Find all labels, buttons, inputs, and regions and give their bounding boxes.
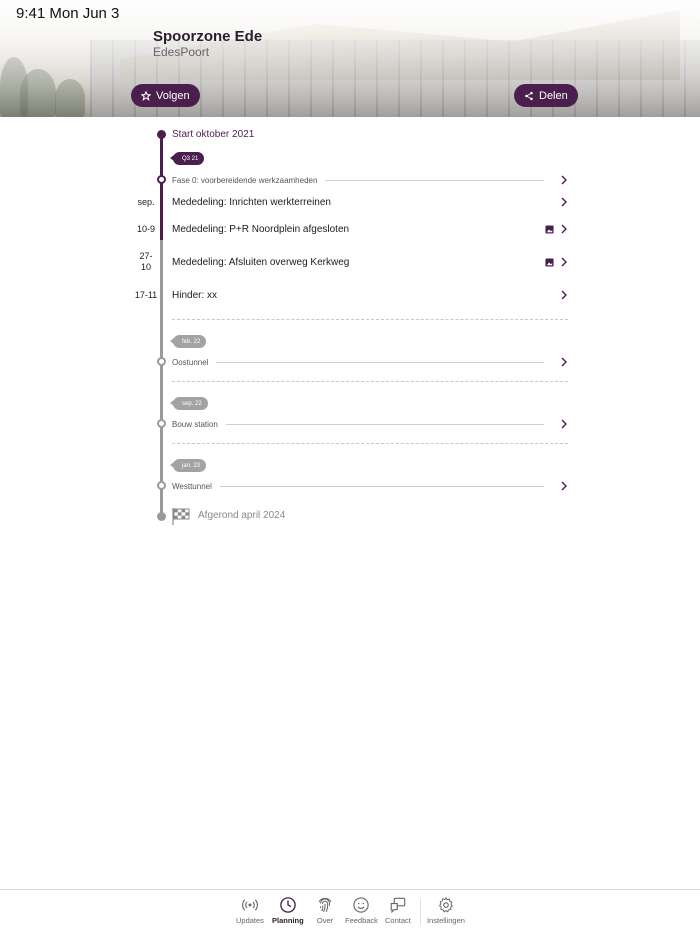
tab-instellingen[interactable]: Instellingen <box>427 896 465 925</box>
status-bar-time: 9:41 Mon Jun 3 <box>16 5 120 22</box>
phase-row[interactable]: Oostunnel <box>172 355 568 369</box>
project-subtitle: EdesPoort <box>153 45 210 59</box>
section-divider <box>172 443 568 444</box>
phase-row[interactable]: Westtunnel <box>172 479 568 493</box>
phase-label: Bouw station <box>172 419 218 429</box>
chevron-right-icon <box>561 257 567 267</box>
phase-row[interactable]: Bouw station <box>172 417 568 431</box>
chevron-right-icon <box>561 419 567 429</box>
tab-over[interactable]: Over <box>316 896 334 925</box>
chevron-right-icon <box>561 197 567 207</box>
tab-planning[interactable]: Planning <box>272 896 304 925</box>
clock-icon <box>280 897 296 913</box>
tab-bar: Updates Planning Over Feedback Contact I… <box>0 889 700 934</box>
chat-bubbles-icon <box>390 897 406 914</box>
timeline-item[interactable]: Hinder: xx <box>172 287 568 303</box>
date-tag: feb. 22 <box>169 335 207 348</box>
item-date: 27- 10 <box>139 251 153 272</box>
phase-label: Westtunnel <box>172 481 212 491</box>
finish-flag-icon <box>172 508 190 525</box>
tab-updates[interactable]: Updates <box>236 896 264 925</box>
phase-label: Oostunnel <box>172 357 209 367</box>
fingerprint-icon <box>318 897 332 912</box>
chevron-right-icon <box>561 481 567 491</box>
phase-dot <box>157 175 166 184</box>
timeline-start-dot <box>157 130 166 139</box>
tab-label: Instellingen <box>427 916 465 925</box>
timeline-item[interactable]: Mededeling: Inrichten werkterreinen <box>172 194 568 210</box>
section-divider <box>172 319 568 320</box>
share-icon <box>525 91 533 100</box>
follow-button-label: Volgen <box>156 89 190 102</box>
tab-label: Contact <box>385 916 411 925</box>
item-date: 10-9 <box>136 224 155 234</box>
chevron-right-icon <box>561 290 567 300</box>
image-icon <box>545 257 554 267</box>
item-label: Mededeling: Inrichten werkterreinen <box>172 196 331 208</box>
timeline-item[interactable]: Mededeling: Afsluiten overweg Kerkweg <box>172 254 568 270</box>
chevron-right-icon <box>561 175 567 185</box>
item-label: Hinder: xx <box>172 289 218 301</box>
project-title: Spoorzone Ede <box>153 28 263 45</box>
date-tag: sep. 22 <box>170 397 208 410</box>
chevron-right-icon <box>561 357 567 367</box>
quarter-tag: Q3 21 <box>169 152 205 165</box>
date-tag: jan. 23 <box>169 459 207 472</box>
phase-label: Fase 0: voorbereidende werkzaamheden <box>172 175 318 185</box>
share-button[interactable]: Delen <box>514 84 578 107</box>
item-date: 17-11 <box>134 290 158 300</box>
timeline-end-label: Afgerond april 2024 <box>198 510 286 521</box>
timeline-item[interactable]: Mededeling: P+R Noordplein afgesloten <box>172 221 568 237</box>
item-label: Mededeling: Afsluiten overweg Kerkweg <box>172 256 350 268</box>
phase-dot <box>157 481 166 490</box>
star-icon <box>141 90 151 101</box>
broadcast-icon <box>242 899 258 911</box>
smiley-icon <box>353 897 370 913</box>
phase-row[interactable]: Fase 0: voorbereidende werkzaamheden <box>172 173 568 187</box>
tab-label: Feedback <box>345 916 378 925</box>
section-divider <box>172 381 568 382</box>
share-button-label: Delen <box>539 89 568 102</box>
tab-label: Planning <box>272 916 304 925</box>
timeline-end-dot <box>157 512 166 521</box>
follow-button[interactable]: Volgen <box>131 84 200 107</box>
tab-label: Updates <box>236 916 264 925</box>
item-label: Mededeling: P+R Noordplein afgesloten <box>172 223 350 235</box>
timeline-start-label: Start oktober 2021 <box>172 129 255 140</box>
item-date: sep. <box>137 197 155 207</box>
chevron-right-icon <box>561 224 567 234</box>
tab-feedback[interactable]: Feedback <box>345 896 378 925</box>
tab-label: Over <box>316 916 334 925</box>
image-icon <box>545 224 554 234</box>
timeline-line <box>160 240 163 518</box>
phase-dot <box>157 419 166 428</box>
gear-icon <box>438 896 454 913</box>
planning-screen: 9:41 Mon Jun 3 Spoorzone Ede EdesPoort V… <box>0 0 700 934</box>
tab-contact[interactable]: Contact <box>385 896 411 925</box>
phase-dot <box>157 357 166 366</box>
